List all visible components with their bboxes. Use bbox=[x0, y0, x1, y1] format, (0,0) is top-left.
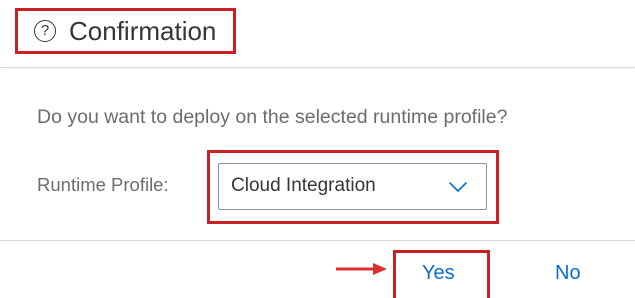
question-circle-icon: ? bbox=[34, 20, 56, 42]
dialog-footer bbox=[0, 240, 635, 298]
runtime-profile-selected-value: Cloud Integration bbox=[231, 175, 376, 196]
chevron-down-icon[interactable] bbox=[448, 179, 468, 195]
no-button[interactable]: No bbox=[555, 258, 581, 288]
yes-button[interactable]: Yes bbox=[422, 258, 455, 288]
confirmation-question: Do you want to deploy on the selected ru… bbox=[37, 106, 508, 128]
runtime-profile-label: Runtime Profile: bbox=[37, 174, 169, 195]
red-arrow-icon bbox=[336, 263, 387, 275]
confirmation-dialog: ? Confirmation Do you want to deploy on … bbox=[0, 0, 635, 298]
dialog-title: Confirmation bbox=[69, 16, 217, 46]
runtime-profile-select[interactable]: Cloud Integration bbox=[218, 163, 487, 210]
